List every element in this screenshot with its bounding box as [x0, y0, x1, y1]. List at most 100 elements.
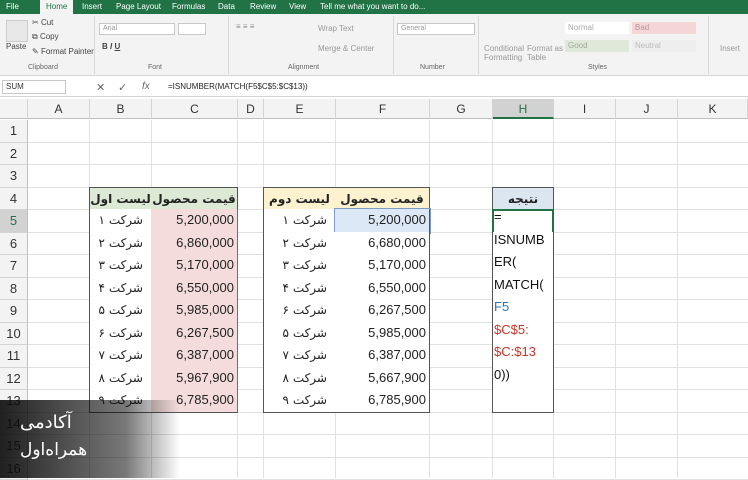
row-header-1[interactable]: 1	[0, 120, 28, 143]
cut-label: Cut	[41, 18, 53, 27]
tab-review[interactable]: Review	[250, 0, 276, 14]
list2-price-cell[interactable]: 6,267,500	[335, 299, 430, 323]
list2-company-cell[interactable]: شرکت ۶	[263, 299, 336, 323]
style-normal[interactable]: Normal	[565, 22, 629, 34]
bold-button[interactable]: B I U	[102, 42, 120, 51]
row-header-6[interactable]: 6	[0, 233, 28, 256]
style-good[interactable]: Good	[565, 40, 629, 52]
tab-insert[interactable]: Insert	[82, 0, 102, 14]
list1-company-cell[interactable]: شرکت ۵	[89, 299, 152, 323]
row-header-5[interactable]: 5	[0, 210, 28, 233]
list1-company-cell[interactable]: شرکت ۴	[89, 277, 152, 301]
format-as-table-button[interactable]: Format asTable	[527, 44, 563, 62]
list1-header-name[interactable]: لیست اول	[89, 187, 152, 211]
list1-price-cell[interactable]: 5,985,000	[151, 299, 238, 323]
row-header-4[interactable]: 4	[0, 188, 28, 211]
column-header-e[interactable]: E	[264, 99, 336, 119]
result-cell[interactable]	[492, 389, 554, 413]
style-bad[interactable]: Bad	[632, 22, 696, 34]
tab-file[interactable]: File	[6, 0, 19, 14]
style-neutral[interactable]: Neutral	[632, 40, 696, 52]
paste-icon[interactable]	[6, 20, 28, 42]
list2-price-cell[interactable]: 6,785,900	[335, 389, 430, 413]
column-header-a[interactable]: A	[28, 99, 90, 119]
row-header-3[interactable]: 3	[0, 165, 28, 188]
paste-button[interactable]: Paste	[6, 42, 26, 51]
list1-price-cell[interactable]: 6,860,000	[151, 232, 238, 256]
copy-button[interactable]: ⧉ Copy	[32, 32, 59, 42]
gridline-v	[615, 120, 616, 478]
tab-page-layout[interactable]: Page Layout	[116, 0, 161, 14]
list1-company-cell[interactable]: شرکت ۶	[89, 322, 152, 346]
row-header-9[interactable]: 9	[0, 300, 28, 323]
font-size-select[interactable]	[178, 23, 206, 35]
row-header-8[interactable]: 8	[0, 278, 28, 301]
list2-company-cell[interactable]: شرکت ۲	[263, 232, 336, 256]
list1-header-price[interactable]: قیمت محصول	[151, 187, 238, 211]
tab-view[interactable]: View	[289, 0, 306, 14]
result-formula-line: MATCH(	[494, 274, 554, 297]
column-header-f[interactable]: F	[336, 99, 430, 119]
list1-price-cell[interactable]: 5,967,900	[151, 367, 238, 391]
merge-center-button[interactable]: Merge & Center	[318, 44, 374, 53]
list1-company-cell[interactable]: شرکت ۸	[89, 367, 152, 391]
wrap-text-button[interactable]: Wrap Text	[318, 24, 354, 33]
cut-button[interactable]: ✂ Cut	[32, 18, 53, 27]
list2-price-cell[interactable]: 6,387,000	[335, 344, 430, 368]
enter-icon[interactable]: ✓	[118, 81, 127, 94]
list2-company-cell[interactable]: شرکت ۸	[263, 367, 336, 391]
list2-price-cell[interactable]: 6,550,000	[335, 277, 430, 301]
row-header-7[interactable]: 7	[0, 255, 28, 278]
list1-price-cell[interactable]: 5,200,000	[151, 209, 238, 233]
column-header-i[interactable]: I	[554, 99, 616, 119]
list2-price-cell[interactable]: 5,200,000	[335, 209, 430, 233]
list2-company-cell[interactable]: شرکت ۵	[263, 322, 336, 346]
result-formula-text[interactable]: =ISNUMBER(MATCH(F5$C$5:$C:$130))	[494, 206, 554, 386]
font-name-select[interactable]: Arial	[99, 23, 175, 35]
column-header-h[interactable]: H	[493, 99, 554, 119]
list2-price-cell[interactable]: 6,680,000	[335, 232, 430, 256]
list2-price-cell[interactable]: 5,985,000	[335, 322, 430, 346]
list1-price-cell[interactable]: 6,550,000	[151, 277, 238, 301]
name-box[interactable]: SUM	[2, 80, 66, 94]
list2-company-cell[interactable]: شرکت ۴	[263, 277, 336, 301]
column-header-g[interactable]: G	[430, 99, 493, 119]
list1-company-cell[interactable]: شرکت ۷	[89, 344, 152, 368]
insert-function-icon[interactable]: fx	[142, 81, 150, 92]
align-buttons[interactable]: ≡ ≡ ≡	[236, 22, 254, 31]
list2-company-cell[interactable]: شرکت ۹	[263, 389, 336, 413]
column-header-k[interactable]: K	[678, 99, 748, 119]
insert-button[interactable]: Insert	[720, 44, 740, 53]
conditional-formatting-button[interactable]: ConditionalFormatting	[484, 44, 524, 62]
list2-price-cell[interactable]: 5,667,900	[335, 367, 430, 391]
list2-header-name[interactable]: لیست دوم	[263, 187, 336, 211]
list2-company-cell[interactable]: شرکت ۱	[263, 209, 336, 233]
list1-price-cell[interactable]: 6,387,000	[151, 344, 238, 368]
format-painter-button[interactable]: ✎ Format Painter	[32, 47, 94, 56]
list1-company-cell[interactable]: شرکت ۲	[89, 232, 152, 256]
tab-data[interactable]: Data	[218, 0, 235, 14]
list2-company-cell[interactable]: شرکت ۳	[263, 254, 336, 278]
column-header-j[interactable]: J	[616, 99, 678, 119]
row-header-2[interactable]: 2	[0, 143, 28, 166]
list2-company-cell[interactable]: شرکت ۷	[263, 344, 336, 368]
tab-formulas[interactable]: Formulas	[172, 0, 205, 14]
list1-price-cell[interactable]: 6,267,500	[151, 322, 238, 346]
tell-me-box[interactable]: Tell me what you want to do...	[320, 0, 425, 14]
cancel-icon[interactable]: ✕	[96, 81, 105, 94]
column-header-c[interactable]: C	[152, 99, 238, 119]
column-header-b[interactable]: B	[90, 99, 152, 119]
column-header-d[interactable]: D	[238, 99, 264, 119]
row-header-10[interactable]: 10	[0, 323, 28, 346]
list1-price-cell[interactable]: 5,170,000	[151, 254, 238, 278]
list1-company-cell[interactable]: شرکت ۳	[89, 254, 152, 278]
row-header-12[interactable]: 12	[0, 368, 28, 391]
row-header-11[interactable]: 11	[0, 345, 28, 368]
number-format-select[interactable]: General	[397, 23, 475, 35]
tab-home[interactable]: Home	[40, 0, 73, 14]
list1-company-cell[interactable]: شرکت ۱	[89, 209, 152, 233]
list2-header-price[interactable]: قیمت محصول	[335, 187, 430, 211]
select-all-corner[interactable]	[0, 99, 28, 119]
list2-price-cell[interactable]: 5,170,000	[335, 254, 430, 278]
formula-input[interactable]: =ISNUMBER(MATCH(F5$C$5:$C$13))	[168, 80, 308, 94]
